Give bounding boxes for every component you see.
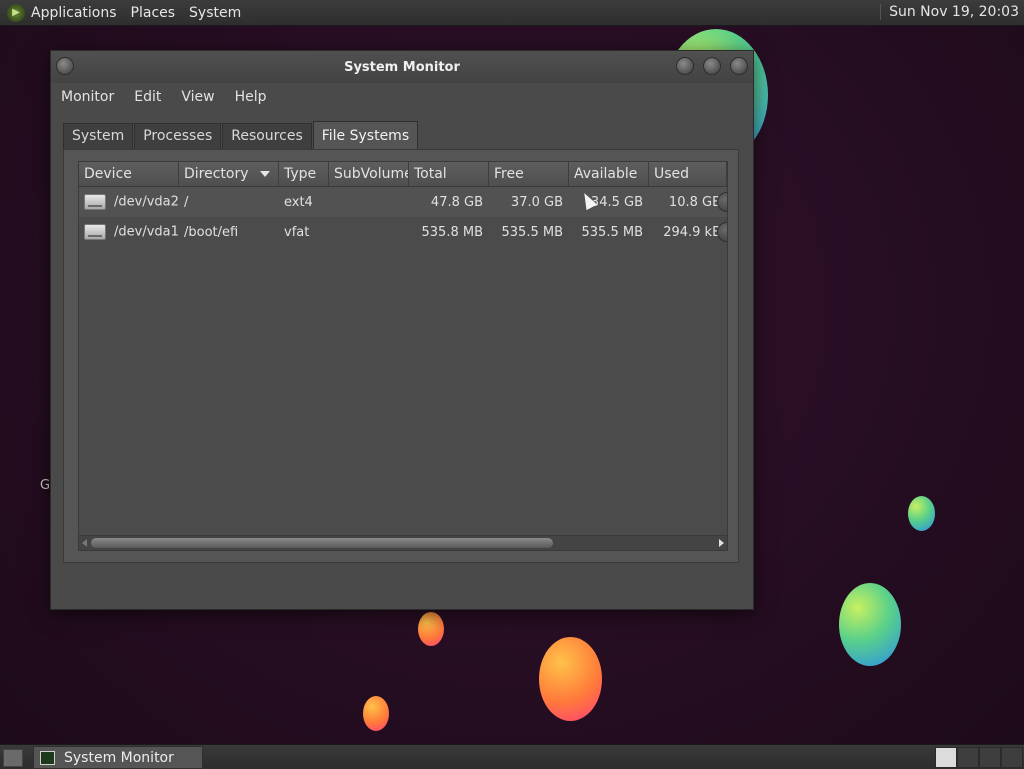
free-cell: 535.5 MB	[501, 224, 563, 240]
column-used[interactable]: Used	[649, 162, 727, 186]
top-panel: ▶ Applications Places System Sun Nov 19,…	[0, 0, 1024, 26]
menu-view[interactable]: View	[181, 89, 214, 105]
free-cell: 37.0 GB	[510, 194, 563, 210]
menubar: Monitor Edit View Help	[51, 83, 753, 111]
menu-help[interactable]: Help	[235, 89, 267, 105]
system-monitor-window: System Monitor Monitor Edit View Help Sy…	[50, 50, 754, 610]
device-name: /dev/vda1	[114, 224, 179, 240]
menu-applications[interactable]: Applications	[31, 5, 117, 21]
workspace-2[interactable]	[957, 747, 979, 768]
drive-icon	[84, 224, 106, 240]
notebook: System Processes Resources File Systems …	[63, 121, 739, 563]
used-cell: 10.8 GB	[668, 194, 721, 210]
used-cell: 294.9 kB	[663, 224, 721, 240]
desktop-bubble	[839, 583, 901, 666]
workspace-3[interactable]	[979, 747, 1001, 768]
tab-system[interactable]: System	[63, 123, 134, 149]
device-cell: /dev/vda2	[79, 194, 179, 210]
desktop-bubble	[363, 696, 389, 731]
file-systems-table[interactable]: Device Directory Type SubVolume Total Fr…	[78, 161, 728, 551]
directory-cell: /	[184, 194, 189, 210]
available-cell: 535.5 MB	[581, 224, 643, 240]
tab-bar: System Processes Resources File Systems	[63, 121, 739, 149]
column-type[interactable]: Type	[279, 162, 329, 186]
system-monitor-icon	[40, 750, 55, 765]
column-directory[interactable]: Directory	[179, 162, 279, 186]
type-cell: vfat	[284, 224, 310, 240]
table-row[interactable]: /dev/vda2 / ext4 47.8 GB 37.0 GB 34.5 GB…	[79, 187, 727, 217]
tab-resources[interactable]: Resources	[222, 123, 312, 149]
column-free[interactable]: Free	[489, 162, 569, 186]
scroll-right-icon[interactable]	[719, 539, 724, 547]
type-cell: ext4	[284, 194, 313, 210]
horizontal-scrollbar[interactable]	[79, 535, 727, 550]
tab-processes[interactable]: Processes	[134, 123, 222, 149]
desktop-bubble	[418, 612, 444, 646]
show-desktop-icon[interactable]	[3, 749, 23, 767]
workspace-4[interactable]	[1001, 747, 1023, 768]
column-available[interactable]: Available	[569, 162, 649, 186]
table-row[interactable]: /dev/vda1 /boot/efi vfat 535.8 MB 535.5 …	[79, 217, 727, 247]
taskbar-item-system-monitor[interactable]: System Monitor	[33, 746, 203, 769]
maximize-icon[interactable]	[703, 57, 721, 75]
menu-monitor[interactable]: Monitor	[61, 89, 114, 105]
scrollbar-thumb[interactable]	[91, 538, 553, 548]
total-cell: 47.8 GB	[430, 194, 483, 210]
table-header: Device Directory Type SubVolume Total Fr…	[79, 162, 727, 187]
device-cell: /dev/vda1	[79, 224, 179, 240]
device-name: /dev/vda2	[114, 194, 179, 210]
column-directory-label: Directory	[184, 166, 249, 182]
scroll-left-icon[interactable]	[82, 539, 87, 547]
taskbar-item-label: System Monitor	[64, 749, 174, 766]
menu-places[interactable]: Places	[131, 5, 176, 21]
desktop-bubble	[908, 496, 935, 531]
menu-edit[interactable]: Edit	[134, 89, 161, 105]
desktop-icon-label[interactable]: G	[40, 478, 50, 493]
close-icon[interactable]	[56, 57, 74, 75]
file-systems-page: Device Directory Type SubVolume Total Fr…	[63, 149, 739, 563]
column-device[interactable]: Device	[79, 162, 179, 186]
workspace-1[interactable]	[935, 747, 957, 768]
directory-cell: /boot/efi	[184, 224, 239, 240]
column-total[interactable]: Total	[409, 162, 489, 186]
tab-file-systems[interactable]: File Systems	[312, 121, 419, 149]
window-title: System Monitor	[344, 59, 460, 75]
distro-logo-icon[interactable]: ▶	[7, 3, 25, 22]
total-cell: 535.8 MB	[421, 224, 483, 240]
column-subvolume[interactable]: SubVolume	[329, 162, 409, 186]
minimize-icon[interactable]	[676, 57, 694, 75]
clock[interactable]: Sun Nov 19, 20:03	[880, 4, 1019, 20]
bottom-panel: System Monitor	[0, 744, 1024, 769]
titlebar[interactable]: System Monitor	[51, 51, 753, 83]
drive-icon	[84, 194, 106, 210]
close-window-icon[interactable]	[730, 57, 748, 75]
sort-descending-icon	[260, 171, 270, 177]
desktop-bubble	[539, 637, 602, 721]
menu-system[interactable]: System	[189, 5, 241, 21]
